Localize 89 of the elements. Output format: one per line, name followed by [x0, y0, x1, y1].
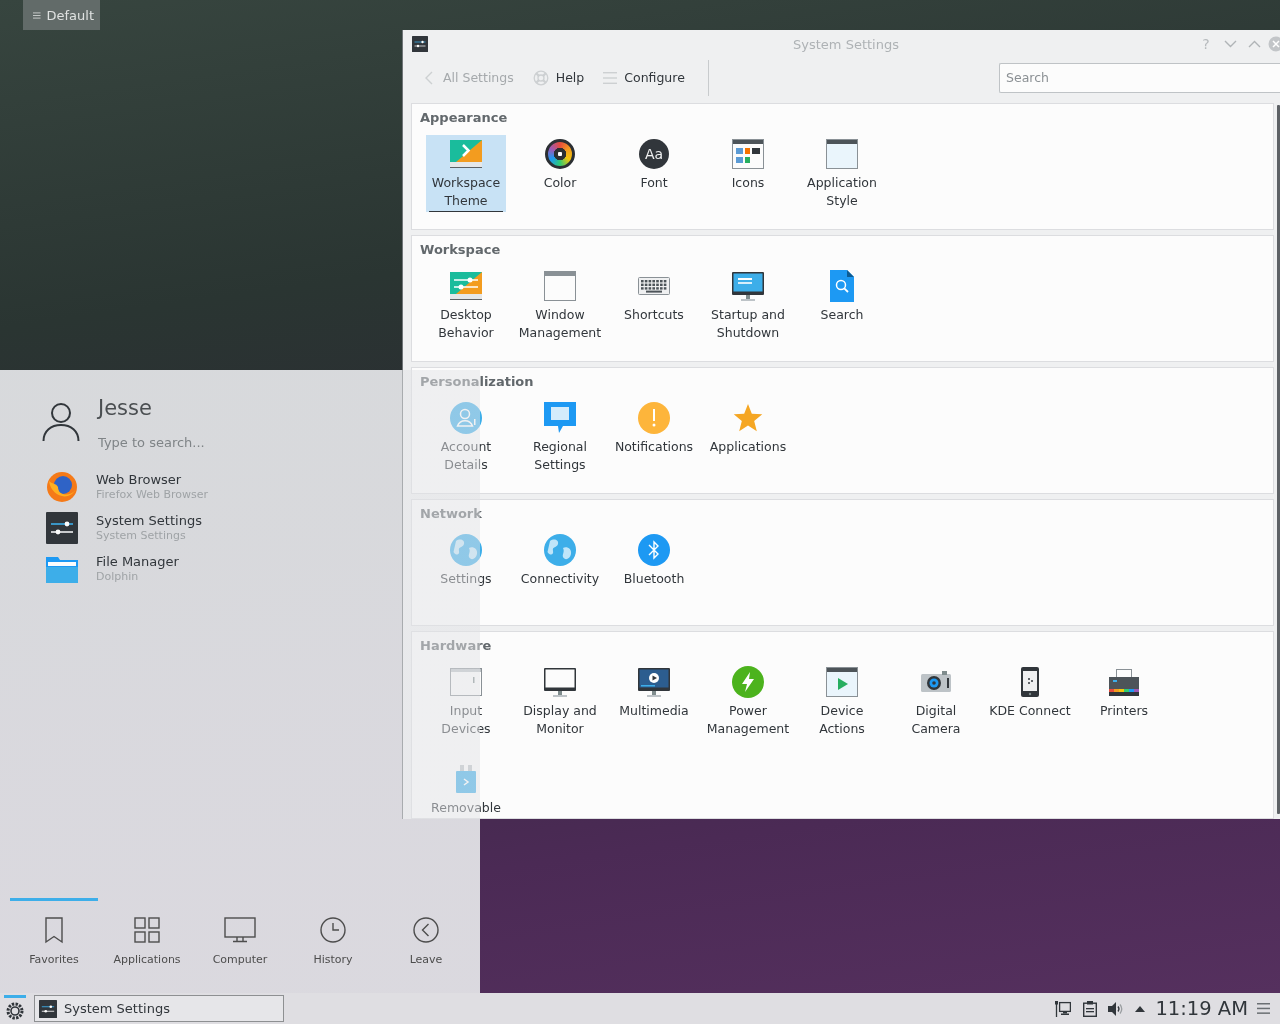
network-monitor-icon[interactable]: [1055, 1000, 1072, 1017]
module-button[interactable]: Notifications: [610, 399, 698, 458]
user-name: Jesse: [98, 395, 152, 422]
globe-icon: [544, 534, 576, 566]
search-field[interactable]: Type to search...: [98, 432, 398, 452]
search-field[interactable]: Search: [999, 62, 1280, 93]
clipboard-icon[interactable]: [1083, 1000, 1098, 1017]
module-button[interactable]: Workspace Theme: [426, 135, 506, 212]
activity-button[interactable]: Default: [23, 0, 100, 30]
launcher-tab[interactable]: Computer: [196, 898, 284, 975]
module-button[interactable]: Regional Settings: [520, 399, 600, 476]
module-button[interactable]: Display and Monitor: [519, 663, 601, 740]
speaker-icon[interactable]: [1107, 1000, 1124, 1017]
toolbar-button[interactable]: Configure: [596, 62, 692, 93]
back-circle-icon: [413, 916, 439, 944]
module-button[interactable]: Window Management: [514, 267, 606, 344]
launcher-tab[interactable]: Applications: [103, 898, 191, 975]
module-button[interactable]: Application Style: [802, 135, 882, 212]
sliders-icon: [39, 999, 57, 1018]
color-wheel-icon: [545, 139, 575, 169]
toolbar-button[interactable]: Help: [525, 62, 592, 93]
launcher-tab[interactable]: Favorites: [10, 898, 98, 975]
user-icon: [42, 402, 80, 442]
camera-icon: [921, 670, 951, 694]
module-button[interactable]: Icons: [708, 135, 788, 194]
window-title: System Settings: [792, 36, 900, 52]
theme-preview-icon: [450, 140, 482, 168]
browser-icon: [46, 470, 78, 503]
category-heading: Hardware: [420, 637, 492, 655]
app-name[interactable]: System Settings: [96, 512, 202, 529]
play-monitor-icon: [638, 667, 670, 697]
caret-up-icon[interactable]: [1135, 1005, 1146, 1012]
module-button[interactable]: Search: [802, 267, 882, 326]
module-button[interactable]: Desktop Behavior: [426, 267, 506, 344]
star-icon: [732, 403, 764, 433]
clock-icon: [320, 916, 346, 944]
lifebuoy-icon: [532, 69, 549, 86]
module-button[interactable]: Applications: [705, 399, 791, 458]
monitor-icon: [224, 916, 256, 944]
module-button[interactable]: Shortcuts: [614, 267, 694, 326]
module-button[interactable]: Printers: [1084, 663, 1164, 722]
document-search-icon: [830, 270, 854, 302]
clock[interactable]: 11:19 AM: [1155, 996, 1248, 1021]
menu-icon[interactable]: [1257, 1003, 1270, 1014]
sliders-icon: [412, 36, 428, 52]
app-name[interactable]: Web Browser: [96, 471, 182, 488]
font-icon: Aa: [639, 139, 669, 169]
app-name[interactable]: File Manager: [96, 553, 179, 570]
exclamation-icon: [638, 402, 670, 434]
module-button[interactable]: Aa Font: [614, 135, 694, 194]
category-heading: Personalization: [420, 373, 534, 391]
phone-icon: [1021, 667, 1039, 697]
module-button[interactable]: Bluetooth: [614, 531, 694, 590]
launcher-tab[interactable]: History: [289, 898, 377, 975]
task-button[interactable]: System Settings: [34, 995, 284, 1022]
module-button[interactable]: Device Actions: [802, 663, 882, 740]
category-heading: Network: [420, 505, 482, 523]
monitor-icon: [732, 271, 764, 301]
printer-icon: [1109, 668, 1139, 696]
play-window-icon: [826, 667, 858, 697]
module-button[interactable]: KDE Connect: [985, 663, 1075, 722]
module-button[interactable]: Digital Camera: [896, 663, 976, 740]
speech-bubble-icon: [544, 402, 576, 434]
lightning-icon: [732, 666, 764, 698]
app-grid-icon: [134, 916, 160, 944]
window-icon: [544, 271, 576, 301]
scrollbar[interactable]: [1277, 105, 1280, 814]
icon-grid-window-icon: [732, 139, 764, 169]
keyboard-icon: [638, 277, 670, 295]
bookmark-icon: [45, 916, 63, 944]
module-button[interactable]: Multimedia: [614, 663, 694, 722]
window-icon: [826, 139, 858, 169]
module-button[interactable]: Connectivity: [516, 531, 604, 590]
bluetooth-icon: [638, 534, 670, 566]
sliders-icon: [46, 511, 78, 544]
menu-icon: [603, 71, 618, 84]
module-button[interactable]: Power Management: [702, 663, 794, 740]
category-heading: Appearance: [420, 109, 508, 127]
category-heading: Workspace: [420, 241, 501, 259]
module-button[interactable]: Color: [520, 135, 600, 194]
folder-icon: [46, 554, 78, 583]
app-description: Firefox Web Browser: [96, 487, 208, 502]
gear-logo-icon: [5, 1000, 25, 1021]
app-description: System Settings: [96, 528, 186, 543]
monitor-icon: [544, 667, 576, 697]
module-button[interactable]: Startup and Shutdown: [707, 267, 789, 344]
menu-icon: [33, 10, 41, 20]
launcher-tab[interactable]: Leave: [382, 898, 470, 975]
desktop-sliders-icon: [450, 272, 482, 300]
